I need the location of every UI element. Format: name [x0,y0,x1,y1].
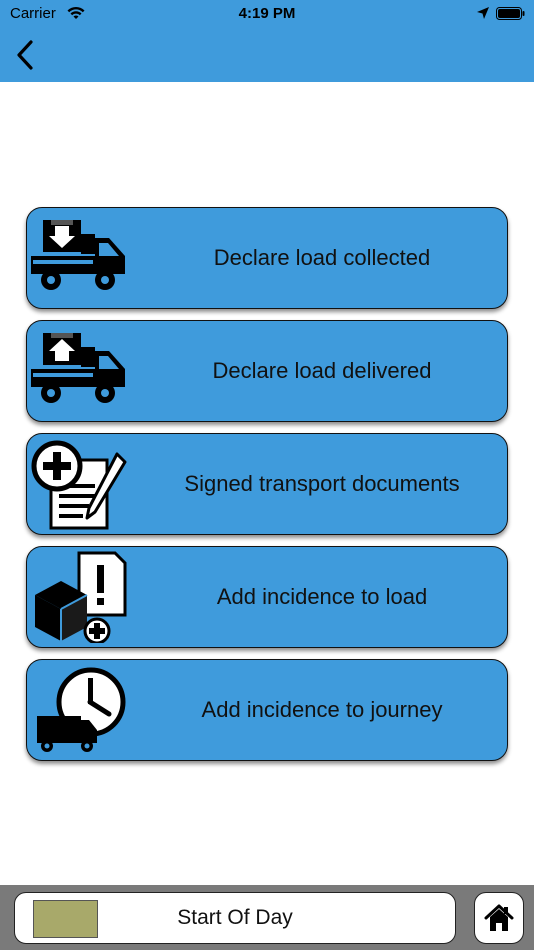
box-alert-icon [35,551,127,643]
signed-transport-documents-button[interactable]: Signed transport documents [26,433,508,535]
action-label: Declare load collected [213,245,431,270]
truck-load-up-icon [31,333,125,403]
action-label: Declare load delivered [212,358,432,383]
action-label: Signed transport documents [184,471,460,496]
action-label: Add incidence to load [216,584,428,609]
chevron-left-icon[interactable] [12,38,40,72]
location-arrow-icon [477,7,489,19]
battery-icon [496,7,525,20]
top-bar: Carrier 4:19 PM [0,0,534,82]
home-icon [484,904,514,931]
document-sign-icon [31,440,127,530]
declare-load-collected-button[interactable]: Declare load collected [26,207,508,309]
add-incidence-to-load-button[interactable]: Add incidence to load [26,546,508,648]
status-bar: Carrier 4:19 PM [0,0,534,30]
start-of-day-label: Start Of Day [177,906,293,929]
action-label: Add incidence to journey [201,697,443,722]
clock-truck-icon [37,667,126,752]
home-button[interactable] [474,892,524,944]
declare-load-delivered-button[interactable]: Declare load delivered [26,320,508,422]
start-of-day-button[interactable]: Start Of Day [14,892,456,944]
truck-load-down-icon [31,220,125,290]
add-incidence-to-journey-button[interactable]: Add incidence to journey [26,659,508,761]
action-list: Declare load collected Declare load deli… [26,207,508,772]
clock-time: 4:19 PM [238,5,296,22]
